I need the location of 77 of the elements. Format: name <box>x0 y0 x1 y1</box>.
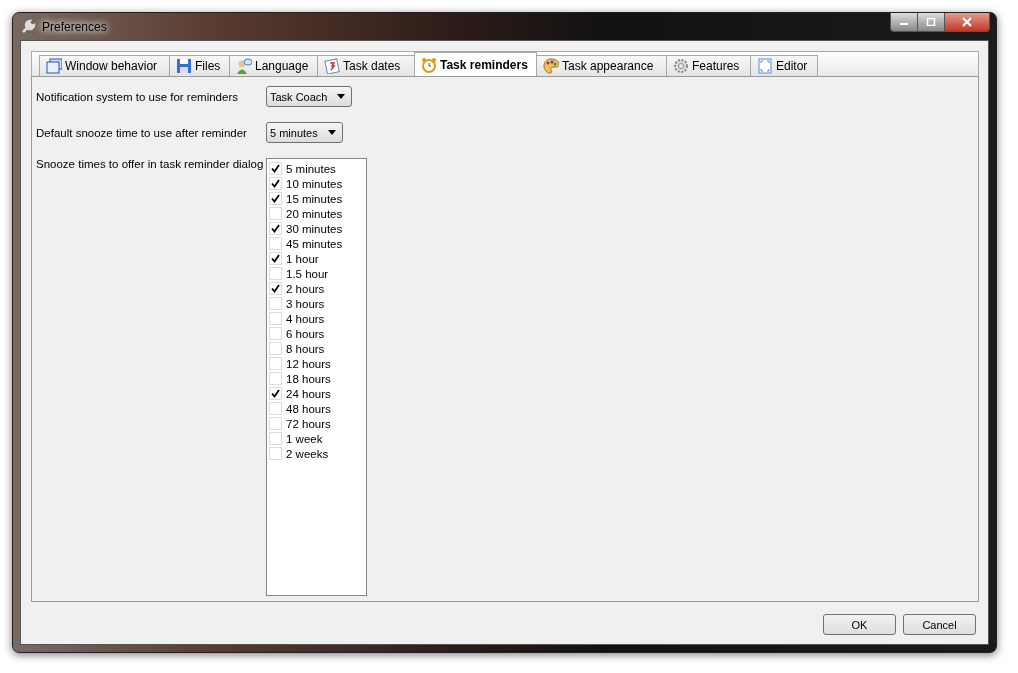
dropdown[interactable]: Task Coach <box>266 86 353 107</box>
checkbox-label: 3 hours <box>286 297 325 310</box>
dropdown[interactable]: 5 minutes <box>266 122 343 143</box>
ok-button[interactable]: OK <box>823 614 896 635</box>
checkbox-label: 12 hours <box>286 357 331 370</box>
checkbox[interactable] <box>269 162 282 175</box>
checkbox[interactable] <box>269 282 282 295</box>
tab[interactable]: Features <box>666 55 751 76</box>
check-icon <box>271 224 280 233</box>
checkbox[interactable] <box>269 252 282 265</box>
checkbox-label: 18 hours <box>286 372 331 385</box>
window-title: Preferences <box>42 19 108 34</box>
setting-label: Snooze times to offer in task reminder dialog <box>36 158 265 170</box>
checkbox-label: 2 hours <box>286 282 325 295</box>
tab[interactable]: Task reminders <box>414 52 537 76</box>
checkbox[interactable] <box>269 177 282 190</box>
checkbox[interactable] <box>269 192 282 205</box>
checkbox[interactable] <box>269 432 282 445</box>
checkbox[interactable] <box>269 402 282 415</box>
maximize-icon <box>926 18 936 26</box>
maximize-button[interactable] <box>918 13 945 31</box>
caret-icon <box>327 130 336 135</box>
checkbox-label: 72 hours <box>286 417 331 430</box>
calendar-icon <box>324 58 340 74</box>
checkbox[interactable] <box>269 267 282 280</box>
checkbox[interactable] <box>269 417 282 430</box>
gear-icon <box>673 58 689 74</box>
checkbox-label: 1.5 hour <box>286 267 329 280</box>
checkbox-label: 15 minutes <box>286 192 343 205</box>
setting-label: Default snooze time to use after reminder <box>36 126 248 139</box>
checkbox-label: 5 minutes <box>286 162 336 175</box>
dropdown-value: Task Coach <box>270 90 328 103</box>
checkbox-label: 24 hours <box>286 387 331 400</box>
dropdown-value: 5 minutes <box>270 126 318 139</box>
checkbox-label: 2 weeks <box>286 447 329 460</box>
checkbox-label: 4 hours <box>286 312 325 325</box>
checkbox[interactable] <box>269 312 282 325</box>
checkbox[interactable] <box>269 387 282 400</box>
checkbox[interactable] <box>269 237 282 250</box>
caret-icon <box>337 94 346 99</box>
checkbox[interactable] <box>269 297 282 310</box>
checkbox[interactable] <box>269 222 282 235</box>
palette-icon <box>543 58 559 74</box>
close-icon <box>961 17 973 27</box>
checkbox[interactable] <box>269 372 282 385</box>
checkbox-label: 30 minutes <box>286 222 343 235</box>
wrench-icon <box>20 18 36 35</box>
tab[interactable]: Task dates <box>317 55 415 76</box>
tab[interactable]: Window behavior <box>39 55 170 76</box>
checkbox[interactable] <box>269 327 282 340</box>
alarm-clock-icon <box>421 56 437 73</box>
check-icon <box>271 284 280 293</box>
checkbox-label: 8 hours <box>286 342 325 355</box>
checkbox-label: 48 hours <box>286 402 331 415</box>
tab[interactable]: Language <box>229 55 318 76</box>
checkbox-label: 45 minutes <box>286 237 343 250</box>
checkbox[interactable] <box>269 207 282 220</box>
checkbox-label: 6 hours <box>286 327 325 340</box>
checkbox[interactable] <box>269 342 282 355</box>
checkbox-label: 1 hour <box>286 252 319 265</box>
checkbox-label: 20 minutes <box>286 207 343 220</box>
close-button[interactable] <box>945 13 989 31</box>
setting-label: Notification system to use for reminders <box>36 90 239 103</box>
checkbox[interactable] <box>269 357 282 370</box>
tab[interactable]: Task appearance <box>536 55 667 76</box>
checkbox-label: 10 minutes <box>286 177 343 190</box>
checkbox[interactable] <box>269 447 282 460</box>
user-icon <box>236 58 252 74</box>
cancel-button[interactable]: Cancel <box>903 614 976 635</box>
checkbox-label: 1 week <box>286 432 323 445</box>
page-icon <box>757 58 773 74</box>
windows-icon <box>46 58 62 74</box>
check-icon <box>271 254 280 263</box>
check-icon <box>271 389 280 398</box>
tab[interactable]: Editor <box>750 55 818 76</box>
minimize-button[interactable] <box>891 13 918 31</box>
tab[interactable]: Files <box>169 55 230 76</box>
